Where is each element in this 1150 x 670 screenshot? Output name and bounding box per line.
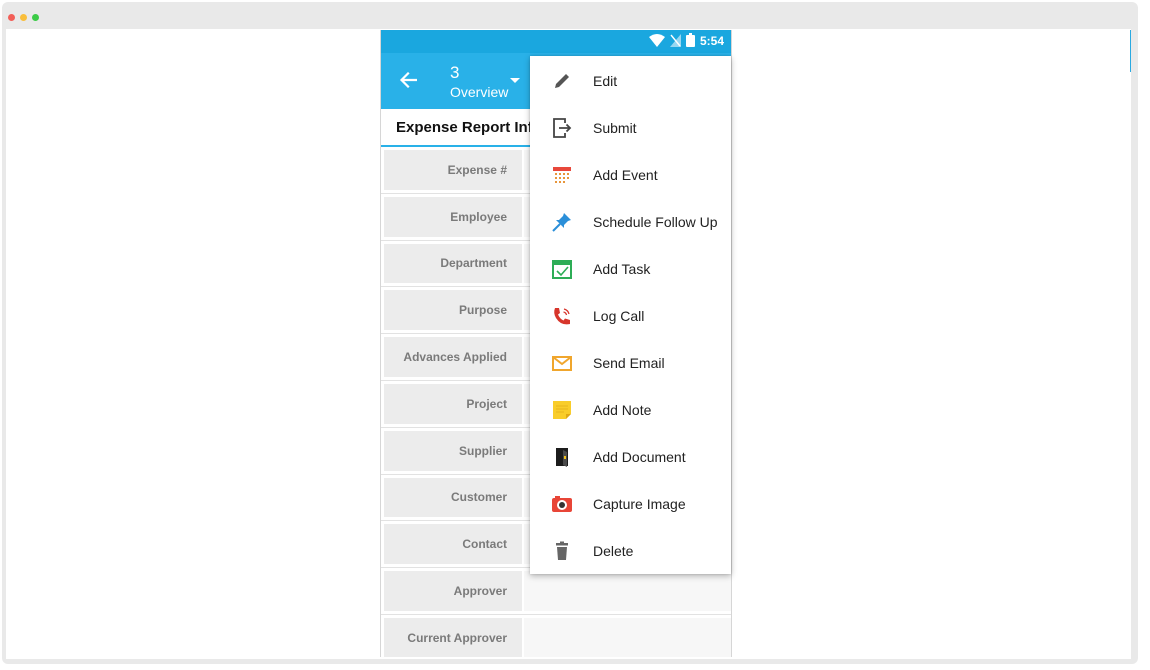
window-controls	[8, 14, 39, 21]
back-arrow-icon	[399, 72, 417, 88]
menu-item-submit[interactable]: Submit	[530, 104, 731, 151]
menu-item-label: Add Document	[593, 448, 686, 465]
menu-item-add-note[interactable]: Add Note	[530, 386, 731, 433]
menu-item-label: Schedule Follow Up	[593, 213, 718, 230]
camera-icon	[551, 493, 573, 515]
battery-icon	[686, 33, 695, 47]
menu-item-label: Add Note	[593, 401, 652, 418]
menu-item-add-task[interactable]: Add Task	[530, 245, 731, 292]
envelope-icon	[551, 352, 573, 374]
minimize-window-dot[interactable]	[20, 14, 27, 21]
menu-item-label: Add Event	[593, 166, 658, 183]
field-label: Project	[384, 383, 522, 424]
document-icon	[551, 446, 573, 468]
field-label: Contact	[384, 524, 522, 565]
menu-item-log-call[interactable]: Log Call	[530, 292, 731, 339]
field-label: Current Approver	[384, 617, 522, 657]
field-value[interactable]	[524, 571, 731, 611]
status-time: 5:54	[699, 34, 724, 48]
menu-item-capture-image[interactable]: Capture Image	[530, 480, 731, 527]
menu-item-label: Log Call	[593, 307, 645, 324]
pencil-icon	[551, 70, 573, 92]
field-label: Expense #	[384, 150, 522, 190]
field-label: Purpose	[384, 290, 522, 331]
view-name: Overview	[450, 84, 509, 100]
menu-item-label: Capture Image	[593, 495, 686, 512]
record-title-dropdown[interactable]: 3 Overview	[450, 63, 508, 100]
menu-item-add-event[interactable]: Add Event	[530, 151, 731, 198]
maximize-window-dot[interactable]	[32, 14, 39, 21]
phone-icon	[551, 305, 573, 327]
menu-item-label: Edit	[593, 72, 618, 89]
overflow-menu: Edit Submit Add Event Schedule Follow Up Add…	[530, 56, 731, 574]
back-button[interactable]	[395, 67, 421, 93]
menu-item-send-email[interactable]: Send Email	[530, 339, 731, 386]
pushpin-icon	[551, 211, 573, 233]
menu-item-label: Submit	[593, 119, 637, 136]
menu-item-label: Delete	[593, 542, 634, 559]
close-window-dot[interactable]	[8, 14, 15, 21]
field-label: Advances Applied	[384, 337, 522, 377]
field-value[interactable]	[524, 617, 731, 657]
menu-item-add-document[interactable]: Add Document	[530, 433, 731, 480]
trash-icon	[551, 540, 573, 562]
task-check-icon	[551, 258, 573, 280]
field-row: Current Approver	[381, 615, 731, 657]
no-signal-icon	[670, 33, 681, 47]
submit-icon	[551, 117, 573, 139]
menu-item-schedule-follow-up[interactable]: Schedule Follow Up	[530, 198, 731, 245]
field-label: Approver	[384, 571, 522, 611]
sticky-note-icon	[551, 399, 573, 421]
calendar-icon	[551, 164, 573, 186]
menu-item-label: Add Task	[593, 260, 651, 277]
field-label: Employee	[384, 196, 522, 237]
wifi-icon	[649, 33, 665, 47]
field-row: Approver	[381, 568, 731, 615]
scrollbar-indicator[interactable]	[1130, 30, 1131, 72]
menu-item-label: Send Email	[593, 354, 665, 371]
menu-item-delete[interactable]: Delete	[530, 527, 731, 574]
status-icons	[649, 33, 695, 47]
field-label: Supplier	[384, 430, 522, 471]
field-label: Department	[384, 243, 522, 284]
caret-down-icon[interactable]	[510, 78, 520, 83]
field-label: Customer	[384, 477, 522, 518]
record-number: 3	[450, 63, 460, 82]
status-bar: 5:54	[381, 30, 731, 53]
menu-item-edit[interactable]: Edit	[530, 57, 731, 104]
